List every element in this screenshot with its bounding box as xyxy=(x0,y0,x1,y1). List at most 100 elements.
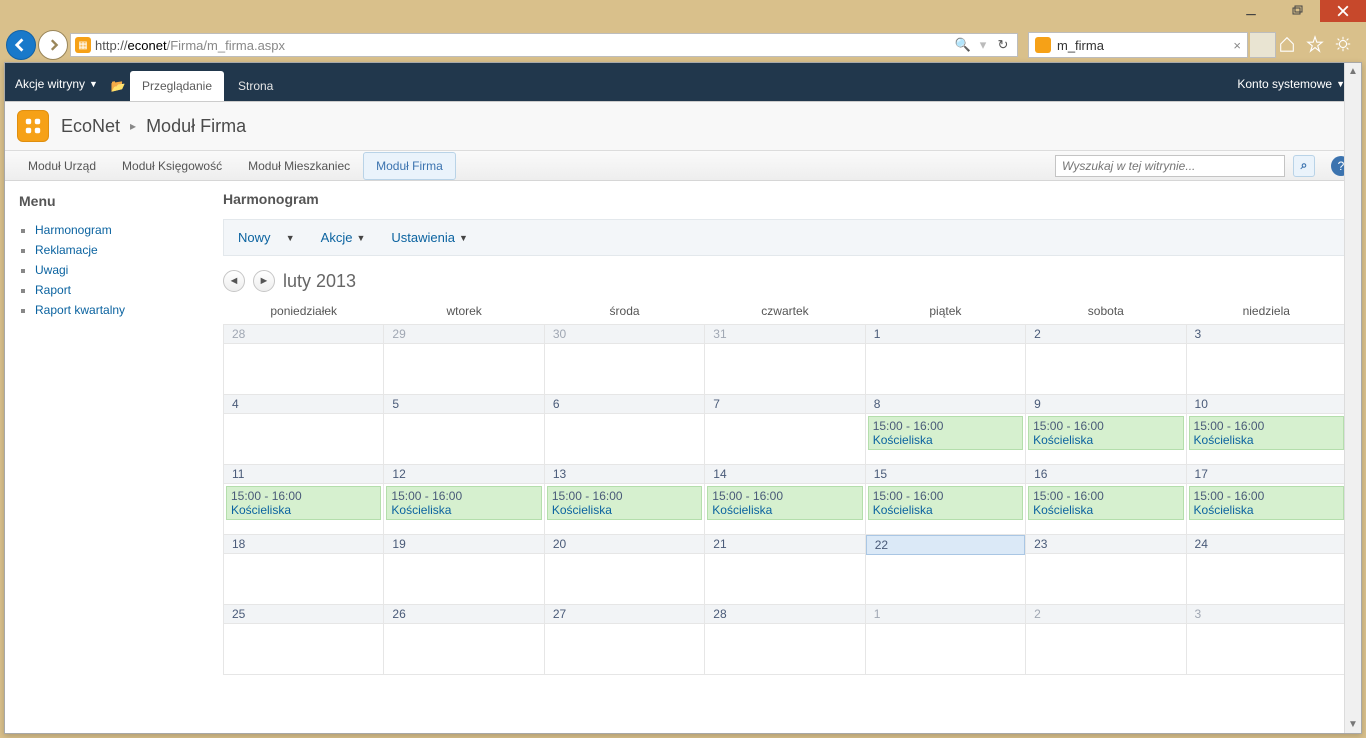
calendar-cell[interactable]: 30 xyxy=(544,325,704,395)
module-tab[interactable]: Moduł Księgowość xyxy=(109,152,235,180)
address-bar[interactable]: ▦ http://econet/Firma/m_firma.aspx 🔍 ▾ ↻ xyxy=(70,33,1018,57)
calendar-event[interactable]: 15:00 - 16:00Kościeliska xyxy=(547,486,702,520)
page-title: Harmonogram xyxy=(223,191,1347,207)
calendar-event[interactable]: 15:00 - 16:00Kościeliska xyxy=(1189,416,1344,450)
module-tab[interactable]: Moduł Urząd xyxy=(15,152,109,180)
calendar-event[interactable]: 15:00 - 16:00Kościeliska xyxy=(386,486,541,520)
side-menu-header: Menu xyxy=(19,193,201,209)
calendar-cell[interactable]: 26 xyxy=(384,605,544,675)
side-menu-item[interactable]: Reklamacje xyxy=(35,243,201,257)
calendar-cell[interactable]: 1 xyxy=(865,325,1025,395)
calendar-day-header: czwartek xyxy=(705,298,865,325)
window-close-button[interactable] xyxy=(1320,0,1366,22)
tab-close-icon[interactable]: × xyxy=(1233,38,1241,53)
sharepoint-ribbon: Akcje witryny ▼ 📂 Przeglądanie Strona Ko… xyxy=(5,63,1361,101)
calendar-event[interactable]: 15:00 - 16:00Kościeliska xyxy=(868,416,1023,450)
calendar-event[interactable]: 15:00 - 16:00Kościeliska xyxy=(1028,486,1183,520)
calendar-event[interactable]: 15:00 - 16:00Kościeliska xyxy=(868,486,1023,520)
calendar-day-number: 21 xyxy=(705,535,864,554)
calendar-cell[interactable]: 5 xyxy=(384,395,544,465)
event-time: 15:00 - 16:00 xyxy=(873,489,1018,503)
calendar-cell[interactable]: 1 xyxy=(865,605,1025,675)
ribbon-tab-page[interactable]: Strona xyxy=(226,71,285,101)
tab-favicon-icon xyxy=(1035,37,1051,53)
search-icon[interactable]: 🔍 xyxy=(953,35,973,55)
toolbar-new[interactable]: Nowy ▼ xyxy=(238,230,295,245)
scroll-up-icon[interactable]: ▲ xyxy=(1345,63,1361,80)
calendar-cell[interactable]: 21 xyxy=(705,535,865,605)
calendar-cell[interactable]: 7 xyxy=(705,395,865,465)
calendar-cell[interactable]: 20 xyxy=(544,535,704,605)
calendar-cell[interactable]: 4 xyxy=(224,395,384,465)
url-host: econet xyxy=(128,38,167,53)
site-actions-menu[interactable]: Akcje witryny ▼ xyxy=(5,77,108,101)
module-tab[interactable]: Moduł Mieszkaniec xyxy=(235,152,363,180)
ribbon-tab-browse[interactable]: Przeglądanie xyxy=(130,71,224,101)
toolbar-settings[interactable]: Ustawienia ▼ xyxy=(391,230,468,245)
refresh-icon[interactable]: ↻ xyxy=(993,35,1013,55)
new-tab-button[interactable] xyxy=(1250,32,1276,58)
vertical-scrollbar[interactable]: ▲ ▼ xyxy=(1344,63,1361,733)
breadcrumb-current: Moduł Firma xyxy=(146,116,246,137)
calendar-event[interactable]: 15:00 - 16:00Kościeliska xyxy=(1189,486,1344,520)
calendar-cell[interactable]: 3 xyxy=(1186,325,1346,395)
search-button[interactable]: ⌕ xyxy=(1293,155,1315,177)
calendar-cell[interactable]: 915:00 - 16:00Kościeliska xyxy=(1026,395,1186,465)
calendar-cell[interactable]: 1015:00 - 16:00Kościeliska xyxy=(1186,395,1346,465)
calendar-day-number: 23 xyxy=(1026,535,1185,554)
calendar-cell[interactable]: 1215:00 - 16:00Kościeliska xyxy=(384,465,544,535)
calendar-cell[interactable]: 25 xyxy=(224,605,384,675)
calendar-cell[interactable]: 19 xyxy=(384,535,544,605)
calendar-day-header: środa xyxy=(544,298,704,325)
browser-forward-button[interactable] xyxy=(38,30,68,60)
calendar-cell[interactable]: 29 xyxy=(384,325,544,395)
calendar-cell[interactable]: 6 xyxy=(544,395,704,465)
scroll-down-icon[interactable]: ▼ xyxy=(1345,716,1361,733)
breadcrumb-root[interactable]: EcoNet xyxy=(61,116,120,137)
calendar-cell[interactable]: 1715:00 - 16:00Kościeliska xyxy=(1186,465,1346,535)
calendar-event[interactable]: 15:00 - 16:00Kościeliska xyxy=(226,486,381,520)
event-location: Kościeliska xyxy=(391,503,536,517)
favorites-icon[interactable] xyxy=(1306,35,1324,56)
calendar-day-header: poniedziałek xyxy=(224,298,384,325)
calendar-cell[interactable]: 1515:00 - 16:00Kościeliska xyxy=(865,465,1025,535)
side-menu-item[interactable]: Harmonogram xyxy=(35,223,201,237)
calendar-cell[interactable]: 24 xyxy=(1186,535,1346,605)
calendar-event[interactable]: 15:00 - 16:00Kościeliska xyxy=(1028,416,1183,450)
event-time: 15:00 - 16:00 xyxy=(1194,419,1339,433)
browser-tab[interactable]: m_firma × xyxy=(1028,32,1248,58)
calendar-cell[interactable]: 18 xyxy=(224,535,384,605)
side-menu-item[interactable]: Uwagi xyxy=(35,263,201,277)
site-search-input[interactable] xyxy=(1055,155,1285,177)
side-menu-item[interactable]: Raport kwartalny xyxy=(35,303,201,317)
calendar-cell[interactable]: 1615:00 - 16:00Kościeliska xyxy=(1026,465,1186,535)
side-menu-item[interactable]: Raport xyxy=(35,283,201,297)
calendar-cell[interactable]: 2 xyxy=(1026,325,1186,395)
module-tab[interactable]: Moduł Firma xyxy=(363,152,456,180)
next-month-button[interactable]: ► xyxy=(253,270,275,292)
toolbar-actions[interactable]: Akcje ▼ xyxy=(321,230,366,245)
home-icon[interactable] xyxy=(1278,35,1296,56)
calendar-cell[interactable]: 1115:00 - 16:00Kościeliska xyxy=(224,465,384,535)
calendar-cell[interactable]: 27 xyxy=(544,605,704,675)
account-menu[interactable]: Konto systemowe ▼ xyxy=(1237,77,1361,101)
window-restore-button[interactable] xyxy=(1274,0,1320,22)
calendar-cell[interactable]: 2 xyxy=(1026,605,1186,675)
navigate-up-icon[interactable]: 📂 xyxy=(108,79,128,101)
calendar-cell[interactable]: 22 xyxy=(865,535,1025,605)
calendar-cell[interactable]: 1415:00 - 16:00Kościeliska xyxy=(705,465,865,535)
site-logo-icon[interactable] xyxy=(17,110,49,142)
tools-icon[interactable] xyxy=(1334,35,1352,56)
calendar-cell[interactable]: 28 xyxy=(705,605,865,675)
window-minimize-button[interactable] xyxy=(1228,0,1274,22)
browser-back-button[interactable] xyxy=(6,30,36,60)
calendar-cell[interactable]: 1315:00 - 16:00Kościeliska xyxy=(544,465,704,535)
calendar-cell[interactable]: 815:00 - 16:00Kościeliska xyxy=(865,395,1025,465)
calendar-cell[interactable]: 31 xyxy=(705,325,865,395)
calendar-event[interactable]: 15:00 - 16:00Kościeliska xyxy=(707,486,862,520)
calendar-cell[interactable]: 28 xyxy=(224,325,384,395)
url-prefix: http:// xyxy=(95,38,128,53)
prev-month-button[interactable]: ◄ xyxy=(223,270,245,292)
calendar-cell[interactable]: 3 xyxy=(1186,605,1346,675)
calendar-cell[interactable]: 23 xyxy=(1026,535,1186,605)
